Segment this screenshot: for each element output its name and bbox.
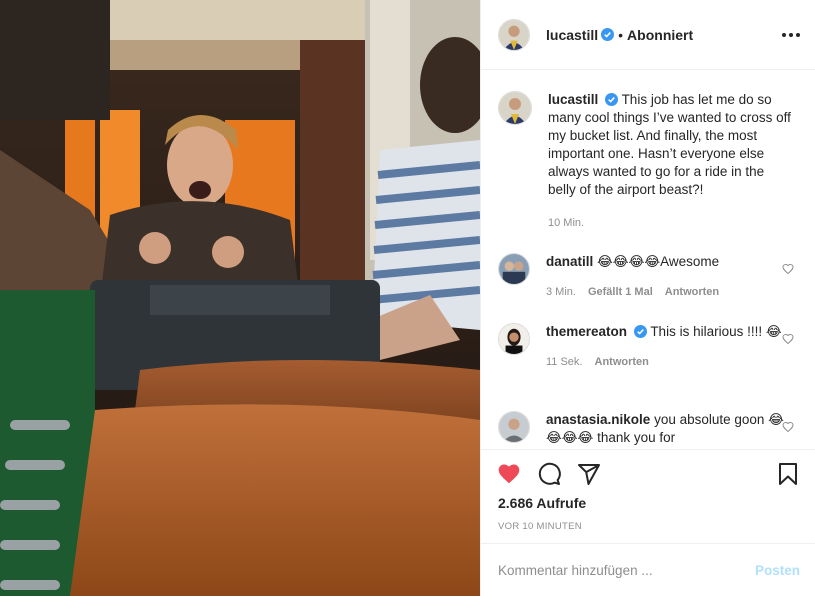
like-comment-heart-icon[interactable] [782,421,794,433]
post-actions: 2.686 Aufrufe VOR 10 MINUTEN [481,449,815,543]
follow-status-button[interactable]: Abonniert [627,27,693,43]
post-media-video[interactable] [0,0,480,596]
heart-filled-icon[interactable] [497,462,521,486]
comment-text: 😂😂😂😂Awesome [597,254,720,269]
comments-list[interactable]: lucastill This job has let me do so many… [481,71,815,448]
post-side-panel: lucastill • Abonniert lucastill This job… [480,0,815,596]
verified-badge-icon [601,28,615,41]
caption-time[interactable]: 10 Min. [548,214,584,232]
add-comment-bar: Posten [481,543,815,596]
comment-username[interactable]: anastasia.nikole [546,412,650,427]
like-comment-heart-icon[interactable] [782,263,794,275]
bookmark-icon[interactable] [776,462,800,486]
comment-username[interactable]: themereaton [546,324,627,339]
reply-button[interactable]: Antworten [595,353,649,371]
post-caption: lucastill This job has let me do so many… [498,91,808,232]
caption-username[interactable]: lucastill [548,92,598,107]
comment-item: danatill 😂😂😂😂Awesome 3 Min. Gefällt 1 Ma… [498,253,808,301]
comment-time[interactable]: 11 Sek. [546,353,583,371]
avatar[interactable] [498,411,530,443]
like-comment-heart-icon[interactable] [782,333,794,345]
verified-badge-icon [633,325,647,338]
post-timestamp[interactable]: VOR 10 MINUTEN [498,521,582,532]
comment-text: This is hilarious !!!! 😂 [650,324,782,339]
avatar[interactable] [498,91,532,125]
comment-likes[interactable]: Gefällt 1 Mal [588,283,653,301]
ellipsis-icon[interactable] [782,26,800,44]
comment-username[interactable]: danatill [546,254,593,269]
view-count[interactable]: 2.686 Aufrufe [498,495,586,511]
video-frame-illustration [0,0,480,596]
avatar[interactable] [498,18,530,51]
header-username[interactable]: lucastill [546,27,598,43]
caption-text: This job has let me do so many cool thin… [548,92,791,197]
paper-plane-icon[interactable] [577,462,601,486]
avatar[interactable] [498,253,530,285]
post-comment-button[interactable]: Posten [755,563,800,578]
post-header: lucastill • Abonniert [481,0,815,70]
comment-item: themereaton This is hilarious !!!! 😂 11 … [498,323,808,371]
separator-dot: • [618,26,624,43]
avatar[interactable] [498,323,530,355]
comment-input[interactable] [498,562,755,578]
comment-bubble-icon[interactable] [537,462,561,486]
reply-button[interactable]: Antworten [665,283,719,301]
verified-badge-icon [605,93,619,106]
comment-item: anastasia.nikole you absolute goon 😂😂😂😂 … [498,411,808,447]
comment-time[interactable]: 3 Min. [546,283,576,301]
